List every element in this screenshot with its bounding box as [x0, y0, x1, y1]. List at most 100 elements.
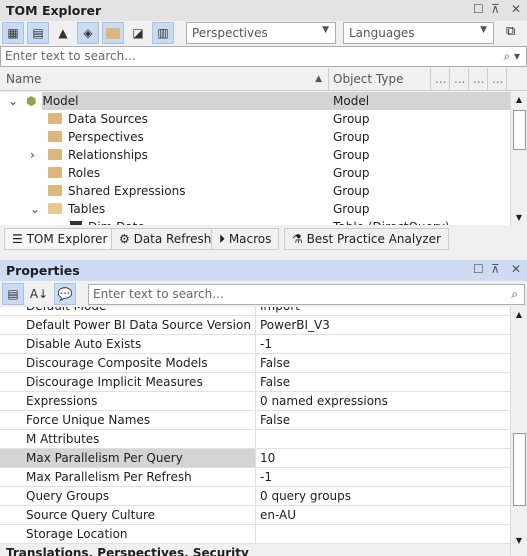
- properties-toolbar: ▤ A↓ 💬: [2, 283, 76, 305]
- tree-row[interactable]: ⌄ ⬢ Model Model: [0, 92, 510, 110]
- tab-tom-explorer[interactable]: ☰ TOM Explorer: [4, 228, 116, 250]
- tree-scrollbar[interactable]: ▲ ▼: [510, 92, 527, 225]
- properties-scrollbar[interactable]: ▲ ▼: [510, 307, 527, 556]
- tree-row[interactable]: Shared Expressions Group: [0, 182, 510, 200]
- property-row[interactable]: Default Power BI Data Source Version Powe…: [0, 316, 510, 335]
- column-name[interactable]: Name ▲: [0, 68, 329, 91]
- tom-toolbar: ▦ ▤ ▲ ◈ ◪ ▥: [2, 22, 174, 44]
- folder-icon: [48, 167, 62, 178]
- scroll-thumb[interactable]: [513, 110, 526, 150]
- tree-item-name: Data Sources: [68, 112, 148, 126]
- tree-item-type: Group: [333, 130, 370, 144]
- property-row[interactable]: Discourage Composite Models False: [0, 354, 510, 373]
- property-value[interactable]: 0 named expressions: [258, 392, 388, 410]
- tree-item-name: Shared Expressions: [68, 184, 186, 198]
- folder-button[interactable]: [102, 22, 124, 44]
- category-header[interactable]: Translations, Perspectives, Security: [0, 544, 510, 556]
- folder-icon: [48, 113, 62, 124]
- property-value[interactable]: -1: [258, 468, 272, 486]
- description-button[interactable]: 💬: [54, 283, 76, 305]
- pin-icon[interactable]: ⊼: [491, 2, 500, 16]
- columns-button[interactable]: ▥: [152, 22, 174, 44]
- maximize-icon[interactable]: ☐: [473, 262, 484, 276]
- perspectives-dropdown[interactable]: Perspectives ▼: [186, 22, 336, 44]
- column-extra[interactable]: ...: [488, 68, 507, 91]
- tab-macros[interactable]: ⏵ Macros: [211, 228, 280, 250]
- tree-row[interactable]: Dim Date Table (DirectQuery): [0, 218, 510, 225]
- column-extra[interactable]: ...: [469, 68, 488, 91]
- property-value[interactable]: 10: [258, 449, 275, 467]
- property-row[interactable]: Max Parallelism Per Query 10: [0, 449, 510, 468]
- hierarchy-button[interactable]: ▲: [52, 22, 74, 44]
- property-value[interactable]: False: [258, 354, 290, 372]
- tree-row[interactable]: › Relationships Group: [0, 146, 510, 164]
- property-row[interactable]: Source Query Culture en-AU: [0, 506, 510, 525]
- calculator-button[interactable]: ▦: [2, 22, 24, 44]
- property-value[interactable]: 0 query groups: [258, 487, 351, 505]
- property-value[interactable]: PowerBI_V3: [258, 316, 330, 334]
- property-value[interactable]: False: [258, 411, 290, 429]
- expand-icon[interactable]: ⌄: [30, 200, 44, 218]
- folder-icon: [48, 149, 62, 160]
- tree-item-type: Group: [333, 202, 370, 216]
- property-row[interactable]: Force Unique Names False: [0, 411, 510, 430]
- tree-item-type: Model: [333, 94, 370, 108]
- search-icon[interactable]: ⌕ ▾: [503, 49, 520, 64]
- property-row[interactable]: Storage Location: [0, 525, 510, 544]
- scroll-up-icon[interactable]: ▲: [511, 95, 527, 104]
- property-name: Query Groups: [0, 487, 256, 505]
- column-button[interactable]: ▤: [27, 22, 49, 44]
- property-name: Discourage Implicit Measures: [0, 373, 256, 391]
- property-value[interactable]: en-AU: [258, 506, 296, 524]
- property-row[interactable]: M Attributes: [0, 430, 510, 449]
- property-value[interactable]: -1: [258, 335, 272, 353]
- property-value[interactable]: Import: [258, 307, 300, 315]
- column-object-type[interactable]: Object Type: [329, 68, 431, 91]
- scroll-up-icon[interactable]: ▲: [511, 310, 527, 319]
- property-row[interactable]: Discourage Implicit Measures False: [0, 373, 510, 392]
- column-header: Name ▲ Object Type ... ... ... ...: [0, 68, 527, 91]
- sort-alpha-button[interactable]: A↓: [28, 283, 50, 305]
- properties-search-input[interactable]: Enter text to search... ⌕: [88, 284, 525, 305]
- property-row[interactable]: Default ModeImport: [0, 307, 510, 316]
- close-icon[interactable]: ✕: [511, 2, 521, 16]
- property-value[interactable]: False: [258, 373, 290, 391]
- tree-item-name: Tables: [68, 202, 106, 216]
- scroll-thumb[interactable]: [513, 433, 526, 506]
- languages-dropdown[interactable]: Languages ▼: [343, 22, 494, 44]
- filter-button[interactable]: ◪: [127, 22, 149, 44]
- tab-best-practice-analyzer[interactable]: ⚗ Best Practice Analyzer: [284, 228, 449, 250]
- scroll-down-icon[interactable]: ▼: [511, 213, 527, 222]
- expand-icon[interactable]: ⌄: [8, 92, 22, 110]
- tab-label: TOM Explorer: [26, 232, 108, 246]
- tree-row[interactable]: Roles Group: [0, 164, 510, 182]
- expand-icon[interactable]: ›: [30, 146, 44, 164]
- tree-row[interactable]: Data Sources Group: [0, 110, 510, 128]
- scroll-down-icon[interactable]: ▼: [511, 536, 527, 545]
- categorized-button[interactable]: ▤: [2, 283, 24, 305]
- close-icon[interactable]: ✕: [511, 262, 521, 276]
- tab-label: Best Practice Analyzer: [306, 232, 441, 246]
- property-row[interactable]: Query Groups 0 query groups: [0, 487, 510, 506]
- property-row[interactable]: Disable Auto Exists -1: [0, 335, 510, 354]
- column-extra[interactable]: ...: [450, 68, 469, 91]
- property-name: Max Parallelism Per Query: [0, 449, 256, 467]
- model-button[interactable]: ◈: [77, 22, 99, 44]
- tom-search-input[interactable]: Enter text to search... ⌕ ▾: [0, 46, 527, 67]
- tab-label: Data Refresh: [133, 232, 212, 246]
- pin-icon[interactable]: ⊼: [491, 262, 500, 276]
- new-window-icon[interactable]: ⧉: [506, 24, 515, 39]
- property-row[interactable]: Expressions 0 named expressions: [0, 392, 510, 411]
- tree-item-type: Table (DirectQuery): [333, 218, 450, 225]
- column-extra[interactable]: ...: [431, 68, 450, 91]
- sort-asc-icon: ▲: [315, 74, 322, 84]
- tree-item-name: Relationships: [68, 148, 148, 162]
- tree-row[interactable]: Perspectives Group: [0, 128, 510, 146]
- tree-item-name: Model: [42, 94, 79, 108]
- property-name: Force Unique Names: [0, 411, 256, 429]
- tree-item-type: Group: [333, 112, 370, 126]
- property-row[interactable]: Max Parallelism Per Refresh -1: [0, 468, 510, 487]
- tab-data-refresh[interactable]: ⚙ Data Refresh: [111, 228, 220, 250]
- tree-row[interactable]: ⌄ Tables Group: [0, 200, 510, 218]
- maximize-icon[interactable]: ☐: [473, 2, 484, 16]
